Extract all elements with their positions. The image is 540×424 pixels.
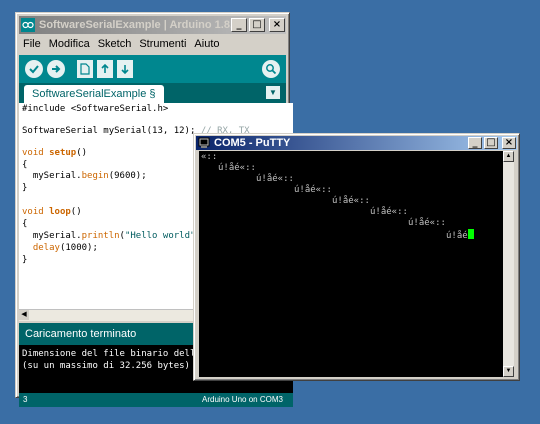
terminal-vertical-scrollbar[interactable]: ▲ ▼ xyxy=(503,151,514,377)
code-line: } xyxy=(22,183,27,194)
code-text: { xyxy=(22,160,28,170)
terminal-line: ú!åé«:: xyxy=(256,174,294,184)
minimize-button[interactable]: _ xyxy=(231,18,247,32)
code-text: SoftwareSerial mySerial(13, 12); xyxy=(22,126,201,136)
open-button[interactable] xyxy=(97,60,113,78)
code-text: #include <SoftwareSerial.h> xyxy=(22,104,169,114)
maximize-button[interactable]: □ xyxy=(484,137,498,149)
toolbar xyxy=(19,55,286,83)
code-line: { xyxy=(22,219,27,230)
board-info: Arduino Uno on COM3 xyxy=(202,395,283,404)
code-text: (1000); xyxy=(59,243,98,253)
arrow-right-icon xyxy=(52,65,61,73)
tab-bar: SoftwareSerialExample § ▼ xyxy=(19,83,286,103)
code-function: setup xyxy=(49,148,77,158)
tab-menu-button[interactable]: ▼ xyxy=(266,86,280,99)
terminal-line: ú!åé«:: xyxy=(370,207,408,217)
putty-titlebar[interactable]: COM5 - PuTTY _ □ × xyxy=(196,136,517,150)
terminal-line: «:: xyxy=(201,152,218,162)
terminal-line: ú!åé«:: xyxy=(408,218,446,228)
close-button[interactable]: × xyxy=(269,18,285,32)
scroll-down-icon[interactable]: ▼ xyxy=(503,366,514,377)
terminal-line: ú!åé xyxy=(446,229,474,242)
tab-sketch[interactable]: SoftwareSerialExample § xyxy=(24,85,164,103)
terminal-cursor xyxy=(467,229,474,239)
menubar: File Modifica Sketch Strumenti Aiuto xyxy=(19,35,286,53)
arduino-title: SoftwareSerialExample | Arduino 1.8.1 xyxy=(39,19,231,31)
code-text: } xyxy=(22,183,28,193)
menu-modifica[interactable]: Modifica xyxy=(45,38,94,50)
new-file-icon xyxy=(80,63,90,75)
menu-aiuto[interactable]: Aiuto xyxy=(190,38,223,50)
terminal-line: ú!åé«:: xyxy=(294,185,332,195)
putty-window: COM5 - PuTTY _ □ × «:: ú!åé«:: ú!åé«:: ú… xyxy=(193,133,520,381)
code-text: { xyxy=(22,219,28,229)
minimize-button[interactable]: _ xyxy=(468,137,482,149)
code-line: mySerial.begin(9600); xyxy=(22,171,147,182)
code-line: void setup() xyxy=(22,148,87,159)
code-function: println xyxy=(81,231,120,241)
code-text: mySerial. xyxy=(22,231,82,241)
menu-sketch[interactable]: Sketch xyxy=(94,38,136,50)
maximize-button[interactable]: □ xyxy=(249,18,265,32)
magnifier-icon xyxy=(266,64,277,75)
upload-button[interactable] xyxy=(47,60,65,78)
arrow-down-icon xyxy=(121,65,129,75)
new-button[interactable] xyxy=(77,60,93,78)
arrow-up-icon xyxy=(101,63,109,73)
arduino-logo-icon xyxy=(21,18,35,32)
footer-bar: 3 Arduino Uno on COM3 xyxy=(19,393,293,407)
code-line: mySerial.println("Hello world"); xyxy=(22,231,206,242)
verify-button[interactable] xyxy=(25,60,43,78)
code-keyword: void xyxy=(22,207,44,217)
menu-file[interactable]: File xyxy=(19,38,45,50)
close-button[interactable]: × xyxy=(502,137,516,149)
save-button[interactable] xyxy=(117,60,133,78)
putty-terminal-icon xyxy=(198,137,210,148)
code-line: #include <SoftwareSerial.h> xyxy=(22,104,168,115)
code-string: "Hello world" xyxy=(124,231,196,241)
menu-strumenti[interactable]: Strumenti xyxy=(135,38,190,50)
arduino-titlebar[interactable]: SoftwareSerialExample | Arduino 1.8.1 _ … xyxy=(19,16,286,34)
terminal-text: ú!åé xyxy=(446,231,468,241)
serial-monitor-button[interactable] xyxy=(262,60,280,78)
console-line: (su un massimo di 32.256 bytes) xyxy=(22,361,190,371)
code-function: delay xyxy=(32,243,60,253)
code-text: } xyxy=(22,255,28,265)
code-line: } xyxy=(22,255,27,266)
check-icon xyxy=(29,65,39,74)
code-text: () xyxy=(76,148,88,158)
line-number: 3 xyxy=(23,395,28,404)
code-line: void loop() xyxy=(22,207,82,218)
code-function: begin xyxy=(81,171,109,181)
terminal-screen[interactable]: «:: ú!åé«:: ú!åé«:: ú!åé«:: ú!åé«:: ú!åé… xyxy=(199,151,507,377)
code-line: { xyxy=(22,160,27,171)
code-text: (9600); xyxy=(108,171,147,181)
scroll-up-icon[interactable]: ▲ xyxy=(503,151,514,162)
scroll-left-icon[interactable]: ◀ xyxy=(19,310,29,320)
putty-title: COM5 - PuTTY xyxy=(214,137,291,149)
code-text: mySerial. xyxy=(22,171,82,181)
code-line: delay(1000); xyxy=(22,243,98,254)
terminal-line: ú!åé«:: xyxy=(332,196,370,206)
terminal-line: ú!åé«:: xyxy=(218,163,256,173)
code-text: () xyxy=(70,207,82,217)
code-keyword: void xyxy=(22,148,44,158)
console-line: Dimensione del file binario dello sk xyxy=(22,349,218,359)
code-function: loop xyxy=(49,207,71,217)
